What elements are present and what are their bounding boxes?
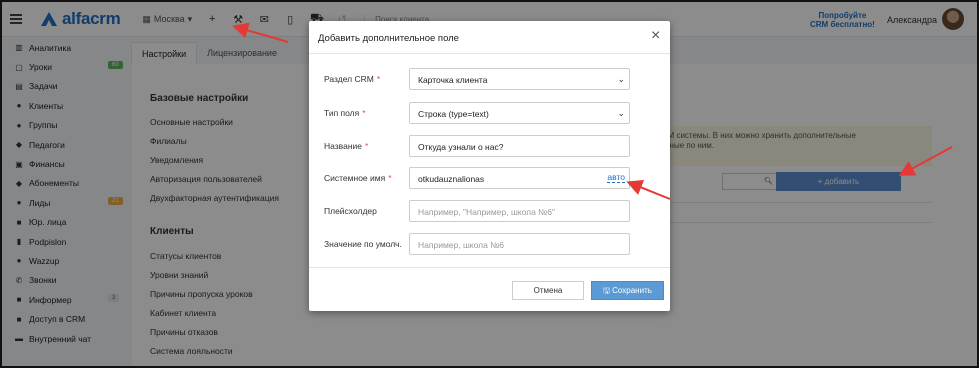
modal-title: Добавить дополнительное поле <box>318 33 459 44</box>
field-type-select[interactable]: Строка (type=text) ⌄ <box>409 102 630 124</box>
field-row-placeholder: Плейсхолдер Например, "Например, школа №… <box>309 200 670 222</box>
field-row-system-name: Системное имя * otkudauznalionas авто <box>309 167 670 189</box>
field-label: Тип поля * <box>324 108 366 118</box>
floppy-icon: 🖫︎ <box>603 286 613 295</box>
app-frame: alfacrm ▦ Москва ▾ + ⚒ ✉ ▯ ⛟ ↺ Поиск кли… <box>0 0 979 368</box>
section-select[interactable]: Карточка клиента ⌄ <box>409 68 630 90</box>
chevron-down-icon: ⌄ <box>617 74 625 84</box>
field-label: Раздел CRM * <box>324 74 381 84</box>
field-row-type: Тип поля * Строка (type=text) ⌄ <box>309 102 670 124</box>
field-row-section: Раздел CRM * Карточка клиента ⌄ <box>309 68 670 90</box>
save-label: Сохранить <box>612 286 652 295</box>
add-field-modal: Добавить дополнительное поле × Раздел CR… <box>309 21 670 311</box>
name-input[interactable]: Откуда узнали о нас? <box>409 135 630 157</box>
placeholder-input[interactable]: Например, "Например, школа №6" <box>409 200 630 222</box>
field-row-default: Значение по умолч. Например, школа №6 <box>309 233 670 255</box>
cancel-button[interactable]: Отмена <box>512 281 584 300</box>
system-name-input[interactable]: otkudauznalionas авто <box>409 167 630 189</box>
modal-footer: Отмена 🖫︎ Сохранить <box>309 267 670 311</box>
modal-header: Добавить дополнительное поле × <box>309 21 670 54</box>
field-row-name: Название * Откуда узнали о нас? <box>309 135 670 157</box>
field-label: Значение по умолч. <box>324 239 402 249</box>
close-icon[interactable]: × <box>651 27 660 45</box>
auto-generate-link[interactable]: авто <box>607 173 625 183</box>
save-button[interactable]: 🖫︎ Сохранить <box>591 281 664 300</box>
default-value-input[interactable]: Например, школа №6 <box>409 233 630 255</box>
field-label: Плейсхолдер <box>324 206 377 216</box>
field-label: Название * <box>324 141 369 151</box>
field-label: Системное имя * <box>324 173 392 183</box>
chevron-down-icon: ⌄ <box>617 108 625 118</box>
